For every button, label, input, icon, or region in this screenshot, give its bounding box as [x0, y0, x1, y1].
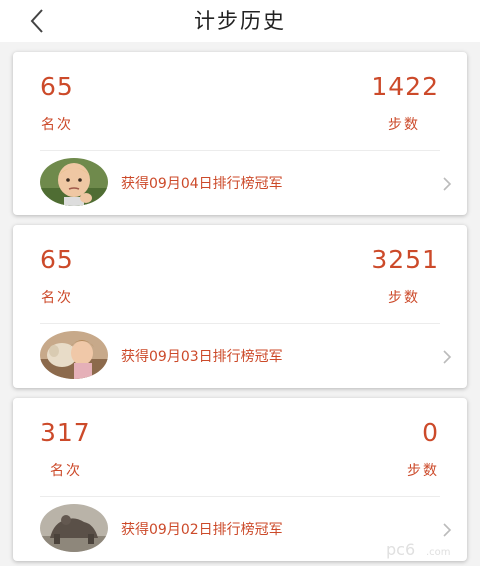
baby-avatar-icon [40, 158, 108, 206]
rank-label: 名次 [50, 463, 82, 479]
statue-avatar-icon [40, 504, 108, 552]
champion-row[interactable]: 获得09月04日排行榜冠军 [13, 151, 467, 215]
steps-value: 1422 [371, 72, 439, 101]
rank-label: 名次 [41, 117, 73, 133]
champion-text: 获得09月02日排行榜冠军 [121, 522, 283, 538]
rank-value: 65 [40, 72, 74, 101]
svg-text:pc6: pc6 [386, 540, 415, 559]
history-card: 65 1422 名次 步数 获得09月04日排行榜冠军 [13, 52, 467, 215]
steps-label: 步数 [407, 463, 439, 479]
steps-value: 0 [422, 418, 439, 447]
champion-row[interactable]: 获得09月03日排行榜冠军 [13, 324, 467, 388]
steps-label: 步数 [388, 117, 420, 133]
rank-value: 317 [40, 418, 91, 447]
watermark-logo: pc6 .com [384, 538, 474, 560]
chevron-right-icon [443, 177, 452, 191]
champion-text: 获得09月03日排行榜冠军 [121, 349, 283, 365]
champion-text: 获得09月04日排行榜冠军 [121, 176, 283, 192]
chevron-right-icon [443, 523, 452, 537]
history-card: 65 3251 名次 步数 获得09月03日排行榜冠军 [13, 225, 467, 388]
child-with-animal-avatar-icon [40, 331, 108, 379]
avatar [40, 504, 108, 552]
steps-label: 步数 [388, 290, 420, 306]
top-bar: 计步历史 [0, 0, 480, 42]
rank-value: 65 [40, 245, 74, 274]
steps-value: 3251 [371, 245, 439, 274]
svg-text:.com: .com [426, 547, 451, 558]
rank-label: 名次 [41, 290, 73, 306]
history-card: 317 0 名次 步数 获得09月02日排行榜冠军 [13, 398, 467, 561]
chevron-right-icon [443, 350, 452, 364]
page-title: 计步历史 [194, 9, 286, 33]
pc6-logo-icon: pc6 .com [386, 540, 451, 559]
avatar [40, 158, 108, 206]
avatar [40, 331, 108, 379]
